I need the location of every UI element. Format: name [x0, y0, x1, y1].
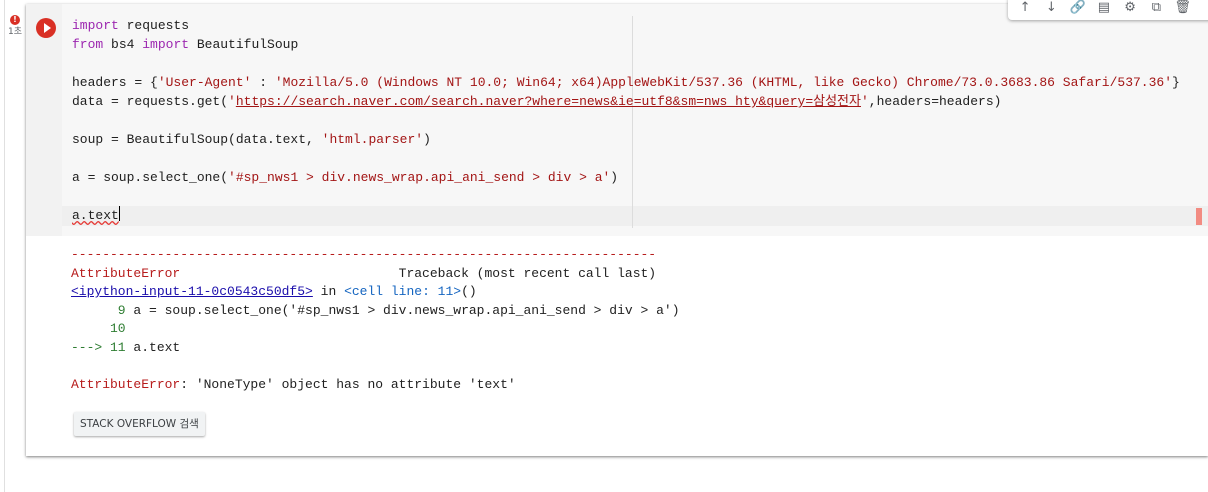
error-line-code: a.text [72, 208, 119, 223]
code-token: bs4 [103, 37, 143, 52]
string-quote: ' [860, 94, 869, 109]
more-icon[interactable]: ⋮ [1200, 0, 1208, 17]
cell-execution-status[interactable]: ! 1초 [7, 15, 23, 38]
search-stack-overflow-button[interactable]: STACK OVERFLOW 검색 [74, 412, 205, 436]
keyword: import [72, 18, 119, 33]
code-token: ) [610, 170, 619, 185]
code-token: requests [118, 18, 190, 33]
string-literal: '#sp_nws1 > div.news_wrap.api_ani_send >… [228, 170, 611, 185]
code-token: BeautifulSoup [189, 37, 299, 52]
divider-line: ----------------------------------------… [71, 247, 657, 262]
traceback-label: Traceback (most recent call last) [180, 265, 657, 281]
traceback-line-number: 9 [71, 302, 126, 318]
run-cell-button[interactable] [36, 18, 56, 38]
code-token: } [1172, 75, 1180, 90]
comment-icon[interactable]: ▤ [1095, 0, 1113, 17]
cell-toolbar: ↑ ↓ 🔗 ▤ ⚙ ⧉ 🗑 ⋮ [1008, 0, 1208, 20]
string-literal: 'html.parser' [321, 132, 424, 147]
link-icon[interactable]: 🔗 [1069, 0, 1087, 17]
string-quote: ' [228, 94, 236, 109]
keyword: import [142, 37, 190, 52]
code-token: ) [423, 132, 431, 147]
output-text: in [312, 284, 345, 299]
arrow-up-icon[interactable]: ↑ [1016, 0, 1034, 17]
string-literal: 'Mozilla/5.0 (Windows NT 10.0; Win64; x6… [274, 75, 1173, 90]
error-icon: ! [10, 15, 20, 25]
execution-time: 1초 [7, 27, 22, 37]
traceback-line-number: 10 [71, 321, 126, 336]
code-token: a = soup.select_one( [72, 170, 229, 185]
code-token: headers = { [72, 75, 158, 90]
code-token: : [251, 75, 275, 90]
code-text[interactable]: import requests from bs4 import Beautifu… [72, 16, 1180, 225]
cell-line-ref: <cell line: 11> [344, 284, 462, 299]
text-cursor [118, 206, 120, 221]
traceback-arrow: ---> 11 [71, 339, 126, 355]
traceback-code: a = soup.select_one('#sp_nws1 > div.news… [125, 302, 680, 318]
gear-icon[interactable]: ⚙ [1121, 0, 1139, 17]
cell-output: ----------------------------------------… [71, 246, 680, 394]
delete-icon[interactable]: 🗑 [1174, 0, 1192, 17]
code-token: ,headers=headers) [868, 94, 1002, 109]
traceback-code: a.text [125, 339, 181, 355]
string-literal: 'User-Agent' [157, 75, 252, 90]
keyword: from [72, 37, 104, 52]
url-link[interactable]: https://search.naver.com/search.naver?wh… [236, 94, 861, 109]
final-error-message: : 'NoneType' object has no attribute 'te… [180, 376, 516, 392]
output-text: () [461, 284, 477, 299]
error-scroll-marker [1196, 208, 1202, 225]
code-cell[interactable]: import requests from bs4 import Beautifu… [26, 0, 1208, 456]
error-name: AttributeError [71, 265, 181, 281]
arrow-down-icon[interactable]: ↓ [1042, 0, 1060, 17]
left-rule [4, 0, 5, 492]
ipython-input-link[interactable]: <ipython-input-11-0c0543c50df5> [71, 284, 313, 299]
code-editor[interactable]: import requests from bs4 import Beautifu… [62, 4, 1208, 236]
cell-gutter [26, 4, 62, 236]
code-token: soup = BeautifulSoup(data.text, [72, 132, 322, 147]
code-token: data = requests.get( [72, 94, 229, 109]
mirror-icon[interactable]: ⧉ [1147, 0, 1165, 17]
final-error-name: AttributeError [71, 376, 181, 392]
